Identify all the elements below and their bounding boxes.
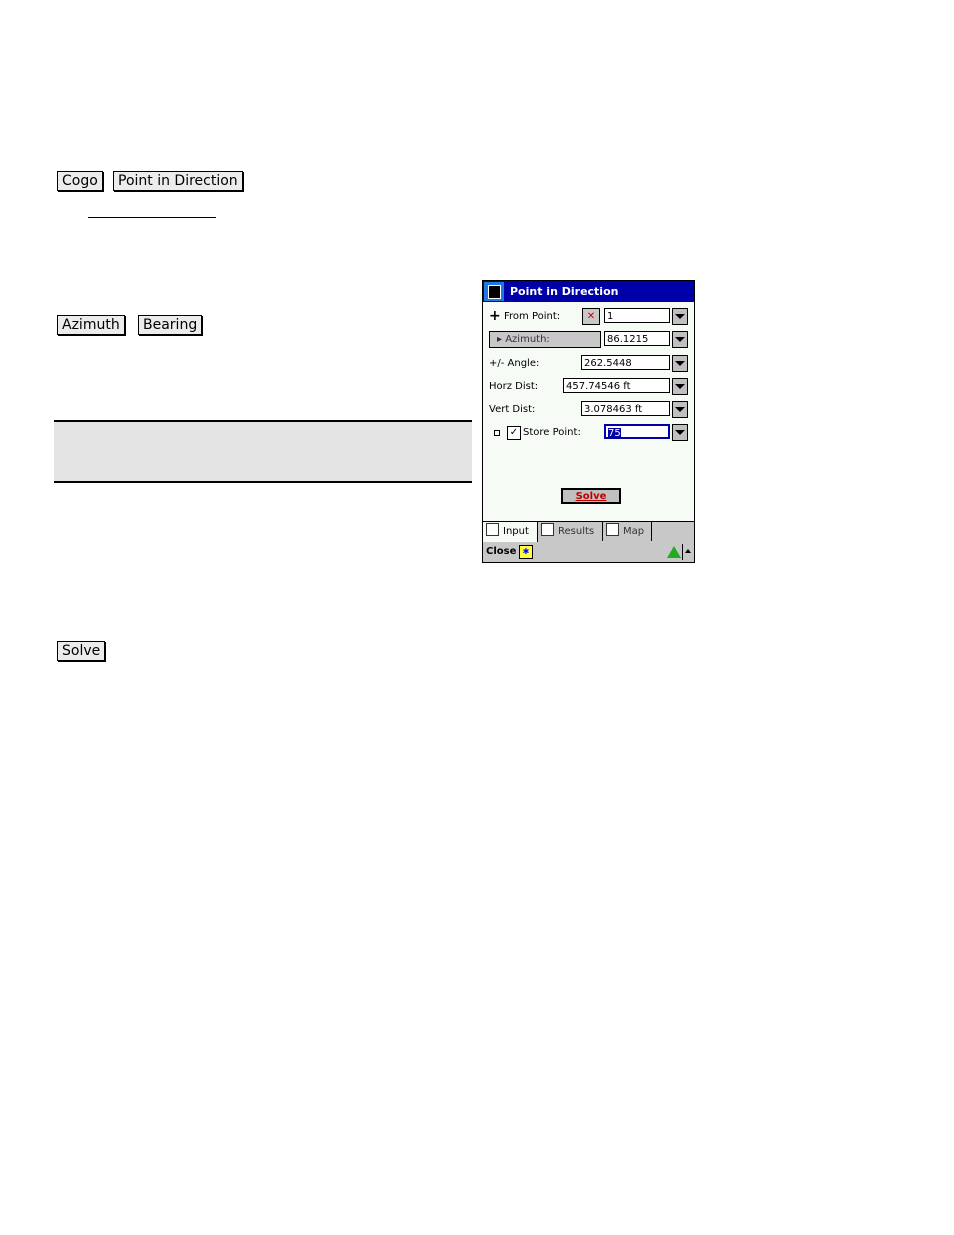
tab-results[interactable]: Results xyxy=(538,522,603,541)
vert-dist-dropdown[interactable] xyxy=(672,401,688,418)
bullet-icon xyxy=(494,430,500,436)
input-tab-icon xyxy=(486,523,499,536)
note-box xyxy=(54,420,472,483)
bearing-mode-button: Bearing xyxy=(138,315,203,335)
vert-dist-label: Vert Dist: xyxy=(489,404,536,415)
angle-dropdown[interactable] xyxy=(672,355,688,372)
horz-dist-dropdown[interactable] xyxy=(672,378,688,395)
angle-label: +/- Angle: xyxy=(489,358,540,369)
angle-input[interactable]: 262.5448 xyxy=(581,355,670,370)
tab-input[interactable]: Input xyxy=(483,522,538,542)
horz-dist-label: Horz Dist: xyxy=(489,381,539,392)
solve-doc-button: Solve xyxy=(57,641,106,661)
results-tab-icon xyxy=(541,523,554,536)
azimuth-input[interactable]: 86.1215 xyxy=(604,331,670,346)
tab-bar: Input Results Map xyxy=(483,521,694,542)
plus-icon: + xyxy=(489,308,501,324)
windows-start-icon[interactable] xyxy=(484,282,504,301)
azimuth-toggle-button[interactable]: ▸ Azimuth: xyxy=(489,331,601,348)
vert-dist-input[interactable]: 3.078463 ft xyxy=(581,401,670,416)
store-point-checkbox[interactable]: ✓ xyxy=(507,426,521,440)
window-title: Point in Direction xyxy=(510,285,619,298)
from-point-dropdown[interactable] xyxy=(672,308,688,325)
store-point-input[interactable]: 75 xyxy=(604,424,670,439)
store-point-dropdown[interactable] xyxy=(672,424,688,441)
close-button[interactable]: Close xyxy=(486,546,516,557)
status-triangle-icon[interactable] xyxy=(667,546,681,558)
horz-dist-input[interactable]: 457.74546 ft xyxy=(563,378,670,393)
map-tab-icon xyxy=(606,523,619,536)
command-bar: Close ✱ xyxy=(483,542,694,562)
from-point-label: From Point: xyxy=(504,311,561,322)
map-pick-button[interactable]: ✕ xyxy=(582,308,600,325)
azimuth-mode-button: Azimuth xyxy=(57,315,125,335)
separator xyxy=(682,544,683,560)
point-in-direction-menu-button: Point in Direction xyxy=(113,171,243,191)
up-arrow-icon[interactable] xyxy=(685,549,691,553)
azimuth-dropdown[interactable] xyxy=(672,331,688,348)
tab-map[interactable]: Map xyxy=(603,522,652,541)
from-point-input[interactable]: 1 xyxy=(604,308,670,323)
store-point-label: Store Point: xyxy=(523,427,581,438)
title-bar: Point in Direction xyxy=(483,281,694,302)
solve-button[interactable]: Solve xyxy=(561,488,621,504)
azimuth-label: Azimuth: xyxy=(505,334,550,345)
store-point-value: 75 xyxy=(608,428,621,439)
underline-rule xyxy=(88,217,216,218)
sip-keyboard-icon[interactable]: ✱ xyxy=(519,545,533,559)
device-screenshot: Point in Direction + From Point: ✕ 1 ▸ A… xyxy=(482,280,695,563)
cogo-menu-button: Cogo xyxy=(57,171,103,191)
